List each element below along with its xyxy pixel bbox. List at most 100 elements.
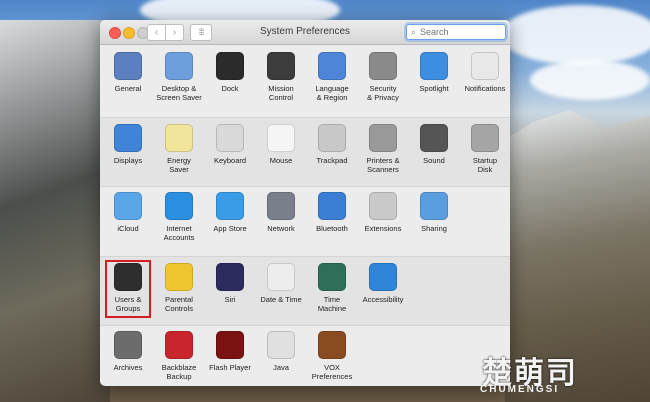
flash-player-icon <box>216 331 244 359</box>
pane-label: Trackpad <box>316 156 348 165</box>
extensions-icon <box>369 192 397 220</box>
mission-control-icon <box>267 52 295 80</box>
pane-dock[interactable]: Dock <box>203 46 257 114</box>
pane-time-machine[interactable]: Time Machine <box>305 257 359 325</box>
pane-parental-controls[interactable]: Parental Controls <box>152 257 206 325</box>
pane-bluetooth[interactable]: Bluetooth <box>305 186 359 254</box>
printer-icon <box>369 124 397 152</box>
pane-app-store[interactable]: App Store <box>203 186 257 254</box>
pane-displays[interactable]: Displays <box>101 118 155 186</box>
pane-label: Time Machine <box>317 295 347 313</box>
pane-label: Spotlight <box>419 84 449 93</box>
pane-row: iCloud Internet Accounts App Store Network B… <box>100 186 510 254</box>
pane-row: Archives Backblaze Backup Flash Player Java… <box>100 325 510 386</box>
pane-label: Dock <box>221 84 239 93</box>
pane-archives[interactable]: Archives <box>101 325 155 386</box>
pane-label: Bluetooth <box>316 224 348 233</box>
pane-mission-control[interactable]: Mission Control <box>254 46 308 114</box>
general-icon <box>114 52 142 80</box>
search-field[interactable]: ⌕ <box>406 24 506 40</box>
pane-trackpad[interactable]: Trackpad <box>305 118 359 186</box>
pane-label: Startup Disk <box>472 156 498 174</box>
pane-keyboard[interactable]: Keyboard <box>203 118 257 186</box>
pane-internet-accounts[interactable]: Internet Accounts <box>152 186 206 254</box>
search-icon: ⌕ <box>411 27 417 37</box>
pane-general[interactable]: General <box>101 46 155 114</box>
pane-date-time[interactable]: Date & Time <box>254 257 308 325</box>
pane-label: Internet Accounts <box>163 224 195 242</box>
pane-java[interactable]: Java <box>254 325 308 386</box>
startup-disk-icon <box>471 124 499 152</box>
pane-extensions[interactable]: Extensions <box>356 186 410 254</box>
pane-row: Users & Groups Parental Controls Siri Date … <box>100 256 510 326</box>
pane-security-privacy[interactable]: Security & Privacy <box>356 46 410 114</box>
pane-label: App Store <box>213 224 247 233</box>
app-store-icon <box>216 192 244 220</box>
pane-energy-saver[interactable]: Energy Saver <box>152 118 206 186</box>
pane-label: Sound <box>423 156 445 165</box>
pane-flash-player[interactable]: Flash Player <box>203 325 257 386</box>
pane-label: iCloud <box>117 224 139 233</box>
internet-accounts-icon <box>165 192 193 220</box>
pane-label: Accessibility <box>362 295 404 304</box>
pane-startup-disk[interactable]: Startup Disk <box>458 118 510 186</box>
date-time-icon <box>267 263 295 291</box>
pane-mouse[interactable]: Mouse <box>254 118 308 186</box>
backblaze-icon <box>165 331 193 359</box>
pane-network[interactable]: Network <box>254 186 308 254</box>
users-groups-highlight <box>105 260 151 318</box>
pane-label: Mission Control <box>268 84 294 102</box>
mouse-icon <box>267 124 295 152</box>
spotlight-icon <box>420 52 448 80</box>
pane-sound[interactable]: Sound <box>407 118 461 186</box>
pane-label: Java <box>273 363 289 372</box>
pane-spotlight[interactable]: Spotlight <box>407 46 461 114</box>
pane-label: Displays <box>113 156 143 165</box>
system-preferences-window: ‹ › ⁞⁞⁞ System Preferences ⌕ General Desk… <box>100 20 510 386</box>
pane-label: Notifications <box>464 84 506 93</box>
pane-label: Energy Saver <box>167 156 191 174</box>
pane-label: VOX Preferences <box>311 363 353 381</box>
java-icon <box>267 331 295 359</box>
displays-icon <box>114 124 142 152</box>
pane-desktop-screensaver[interactable]: Desktop & Screen Saver <box>152 46 206 114</box>
sound-icon <box>420 124 448 152</box>
pane-printer[interactable]: Printers & Scanners <box>356 118 410 186</box>
pane-label: Parental Controls <box>165 295 193 313</box>
pane-row: General Desktop & Screen Saver Dock Mission… <box>100 46 510 114</box>
pane-accessibility[interactable]: Accessibility <box>356 257 410 325</box>
pane-label: Security & Privacy <box>367 84 399 102</box>
pane-vox[interactable]: VOX Preferences <box>305 325 359 386</box>
pane-label: Language & Region <box>315 84 349 102</box>
desktop-screensaver-icon <box>165 52 193 80</box>
archives-icon <box>114 331 142 359</box>
pane-label: General <box>114 84 142 93</box>
pane-label: Printers & Scanners <box>366 156 400 174</box>
dock-icon <box>216 52 244 80</box>
search-input[interactable] <box>420 25 502 39</box>
keyboard-icon <box>216 124 244 152</box>
pane-language-region[interactable]: Language & Region <box>305 46 359 114</box>
pane-label: Mouse <box>269 156 293 165</box>
pane-backblaze[interactable]: Backblaze Backup <box>152 325 206 386</box>
time-machine-icon <box>318 263 346 291</box>
watermark: 楚萌司 CHUMENGSI <box>478 344 648 400</box>
watermark-text: CHUMENGSI <box>480 384 560 395</box>
pane-label: Date & Time <box>260 295 302 304</box>
siri-icon <box>216 263 244 291</box>
vox-icon <box>318 331 346 359</box>
sharing-icon <box>420 192 448 220</box>
pane-label: Keyboard <box>213 156 247 165</box>
pane-label: Archives <box>113 363 143 372</box>
security-privacy-icon <box>369 52 397 80</box>
parental-controls-icon <box>165 263 193 291</box>
pane-siri[interactable]: Siri <box>203 257 257 325</box>
network-icon <box>267 192 295 220</box>
pane-icloud[interactable]: iCloud <box>101 186 155 254</box>
accessibility-icon <box>369 263 397 291</box>
pane-label: Flash Player <box>209 363 251 372</box>
pane-sharing[interactable]: Sharing <box>407 186 461 254</box>
pane-label: Desktop & Screen Saver <box>156 84 202 102</box>
pane-notifications[interactable]: Notifications <box>458 46 510 114</box>
energy-saver-icon <box>165 124 193 152</box>
